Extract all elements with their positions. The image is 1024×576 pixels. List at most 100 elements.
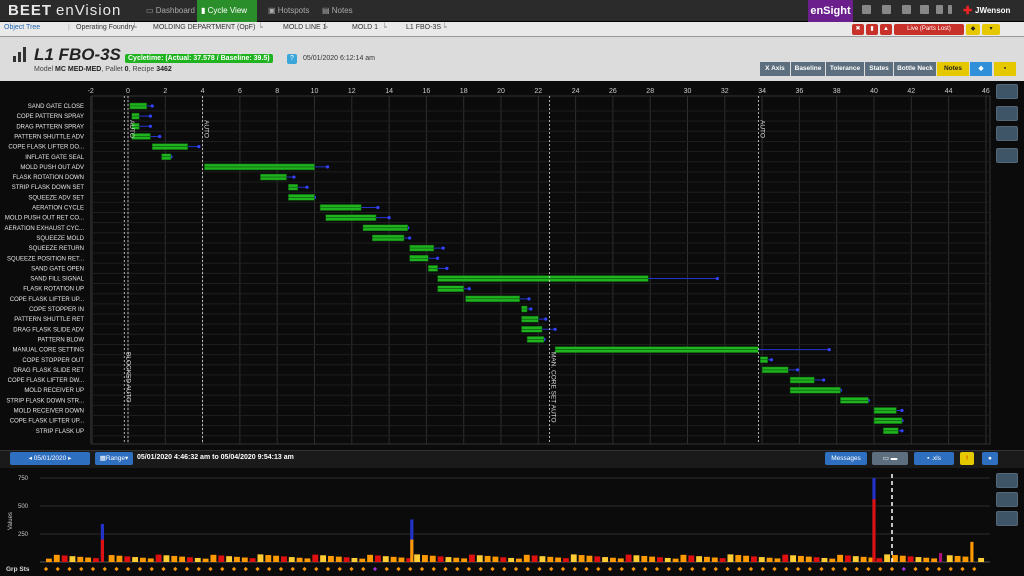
range-dropdown[interactable]: ▦Range▾ [95, 452, 133, 465]
bar [664, 557, 671, 562]
breadcrumb-item[interactable]: MOLDING DEPARTMENT (OpF) [153, 24, 255, 31]
bar-segment [872, 499, 876, 562]
tab-hotspots[interactable]: ▣ Hotspots [264, 0, 316, 22]
bar [320, 555, 327, 562]
tree-icon: ╘ [382, 24, 387, 31]
bar [672, 558, 679, 562]
status-marker [408, 566, 413, 572]
x-axis-button[interactable]: X Axis [760, 62, 790, 76]
x-tick-label: 32 [721, 88, 729, 95]
x-tick-label: 12 [348, 88, 356, 95]
state-marker-label: AUTO [128, 120, 135, 138]
bar [53, 554, 60, 562]
x-tick-label: 44 [945, 88, 953, 95]
user-name[interactable]: JWenson [975, 0, 1010, 22]
bar [46, 558, 52, 562]
list-view-icon[interactable] [996, 106, 1018, 121]
status-marker [795, 566, 801, 572]
app-logo[interactable]: BEET enVision [8, 2, 121, 19]
status-marker [972, 566, 977, 572]
bar [711, 557, 718, 562]
tolerance-end [441, 246, 445, 250]
bar [194, 557, 201, 562]
notes-button[interactable]: Notes [937, 62, 969, 76]
bar [69, 556, 76, 562]
bar [696, 556, 703, 562]
tab-dashboard[interactable]: ▭ Dashboard [142, 0, 196, 22]
object-tree-link[interactable]: Object Tree [4, 24, 40, 31]
bar [257, 554, 264, 562]
states-button[interactable]: States [865, 62, 893, 76]
dropdown-icon[interactable]: ▾ [982, 24, 1000, 35]
medical-cross-icon[interactable]: ✚ [963, 4, 972, 17]
database-icon[interactable] [862, 5, 871, 14]
bar [476, 555, 483, 562]
bar-segment [939, 553, 943, 562]
list-icon[interactable] [882, 5, 891, 14]
step-label: SAND FILL SIGNAL [30, 277, 84, 283]
wrench-icon[interactable] [920, 5, 929, 14]
date-picker[interactable]: ◂ 05/01/2020 ▸ [10, 452, 90, 465]
live-parts-lost-button[interactable]: Live (Parts Lost) [894, 24, 964, 35]
model-line: Model MC MED-MED, Pallet 0, Recipe 3462 [34, 66, 172, 73]
chart-icon[interactable]: ▮ [866, 24, 878, 35]
status-marker [384, 566, 389, 572]
export-xls-button[interactable]: ▪ .xls [914, 452, 954, 465]
status-marker [948, 566, 953, 572]
bar [876, 558, 883, 562]
tab-cycle-view[interactable]: ▮ Cycle View [197, 0, 257, 22]
status-marker [478, 566, 483, 572]
x-tick-label: 30 [684, 88, 692, 95]
status-marker [866, 566, 871, 572]
status-marker [525, 566, 530, 572]
page-title: L1 FBO-3S [34, 45, 121, 64]
status-marker [936, 566, 942, 572]
tolerance-end [769, 358, 774, 362]
bar [445, 557, 452, 562]
baseline-button[interactable]: Baseline [791, 62, 825, 76]
layers-icon[interactable]: ◆ [970, 62, 992, 76]
bar [351, 557, 358, 562]
cloud-icon[interactable] [902, 5, 911, 14]
x-tick-label: 14 [385, 88, 393, 95]
table-icon[interactable] [996, 511, 1018, 526]
status-marker [431, 566, 436, 572]
upload-icon[interactable]: ▲ [880, 24, 892, 35]
bar [288, 557, 295, 562]
trend-icon[interactable] [996, 492, 1018, 507]
help-button[interactable]: ? [287, 54, 297, 64]
x-tick-label: 8 [275, 88, 279, 95]
ensight-button[interactable]: enSight [808, 0, 853, 22]
breadcrumb-item[interactable]: L1 FBO-3S [406, 24, 441, 31]
plot-area [91, 95, 991, 445]
warning-icon[interactable]: ! [960, 452, 974, 465]
chart-bar-icon[interactable] [936, 5, 943, 14]
breadcrumb-item[interactable]: MOLD 1 [352, 24, 378, 31]
breadcrumb-item[interactable]: MOLD LINE 1 [283, 24, 327, 31]
user-icon[interactable] [996, 148, 1018, 163]
settings-icon[interactable]: ● [982, 452, 998, 465]
view-toggle[interactable]: ▭ ▬ [872, 452, 908, 465]
save-icon[interactable]: ▪ [994, 62, 1016, 76]
x-tick-label: 20 [497, 88, 505, 95]
bar [978, 557, 985, 562]
status-marker [126, 566, 131, 572]
tools-icon[interactable]: ✖ [852, 24, 864, 35]
tolerance-button[interactable]: Tolerance [826, 62, 864, 76]
chart-type-icon[interactable] [996, 473, 1018, 488]
alert-icon[interactable]: ◆ [966, 24, 980, 35]
tab-notes[interactable]: ▤ Notes [318, 0, 362, 22]
chart-type-icon[interactable] [996, 84, 1018, 99]
bottle-neck-button[interactable]: Bottle Neck [894, 62, 936, 76]
bar [899, 555, 906, 562]
next-arrow-icon[interactable]: ▸ [66, 455, 71, 462]
bar [343, 557, 350, 562]
bar [461, 558, 468, 562]
info-icon[interactable] [948, 5, 952, 14]
history-bars-svg: Values 250 500 750 Grp Sts [6, 474, 990, 573]
messages-button[interactable]: Messages [825, 452, 867, 465]
breadcrumb-item[interactable]: Operating Foundry [76, 24, 134, 31]
bar [531, 555, 538, 562]
tab-label: Hotspots [277, 6, 310, 15]
layers-icon[interactable] [996, 126, 1018, 141]
